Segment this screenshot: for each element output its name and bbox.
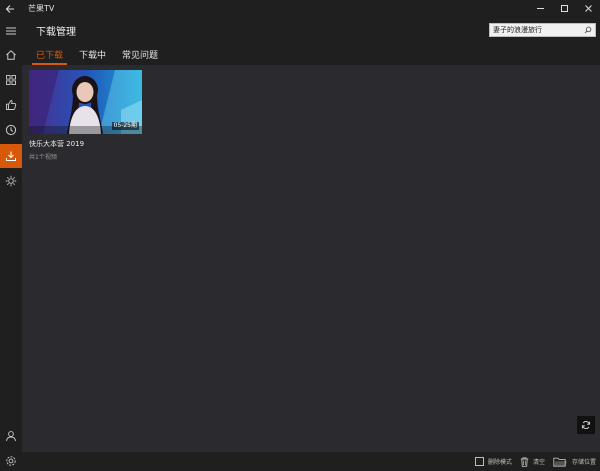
search-input[interactable] [490,24,582,36]
search-box[interactable] [489,23,596,37]
back-button[interactable] [0,0,20,17]
nav-apps[interactable] [0,68,22,92]
episode-badge: 05-25期 [111,122,139,130]
refresh-icon [581,421,591,429]
maximize-button[interactable] [552,0,576,17]
minimize-icon [536,8,544,9]
delete-mode-checkbox[interactable] [474,457,484,466]
close-button[interactable] [576,0,600,17]
menu-icon [6,27,16,35]
command-bar: 删除模式 清空 存储位置 [22,452,600,471]
card-title: 快乐大本营 2019 [29,140,85,148]
trash-icon [520,456,529,467]
video-thumbnail[interactable]: 05-25期 [29,70,142,134]
page-header: 下载管理 已下载 下载中 常见问题 [22,17,600,65]
home-icon [6,50,16,60]
delete-mode-toggle[interactable]: 删除模式 [474,457,512,466]
storage-location-button[interactable]: 存储位置 [553,457,596,467]
nav-likes[interactable] [0,93,22,117]
nav-settings[interactable] [0,449,22,471]
download-card[interactable]: 05-25期 快乐大本营 2019 共1个视频 [29,70,142,161]
hamburger-menu-button[interactable] [0,19,22,43]
close-icon [584,5,592,12]
page-title: 下载管理 [36,27,76,38]
nav-home[interactable] [0,43,22,67]
tab-downloaded[interactable]: 已下载 [28,43,71,65]
app-title: 芒果TV [28,4,55,13]
delete-mode-label: 删除模式 [487,459,512,466]
history-icon [5,124,17,136]
tab-faq[interactable]: 常见问题 [114,43,166,65]
card-subtitle: 共1个视频 [29,154,57,161]
storage-label: 存储位置 [571,459,596,466]
search-icon [584,26,592,34]
minimize-button[interactable] [528,0,552,17]
clear-button[interactable]: 清空 [520,456,545,467]
nav-skin[interactable] [0,169,22,193]
download-icon [6,151,16,161]
arrow-left-icon [5,4,14,13]
nav-rail [0,17,22,471]
clear-label: 清空 [532,459,545,466]
title-bar: 芒果TV [0,0,600,17]
settings-gear-icon [5,175,17,187]
tab-bar: 已下载 下载中 常见问题 [28,43,166,65]
folder-icon [553,457,568,467]
tab-downloading[interactable]: 下载中 [71,43,114,65]
nav-downloads[interactable] [0,144,22,168]
thumbs-up-icon [6,100,17,110]
user-icon [6,431,16,442]
refresh-button[interactable] [577,416,595,434]
gear-icon [6,456,16,466]
maximize-icon [560,5,568,12]
search-button[interactable] [582,26,594,34]
apps-icon [6,75,16,85]
nav-history[interactable] [0,118,22,142]
nav-account[interactable] [0,424,22,448]
